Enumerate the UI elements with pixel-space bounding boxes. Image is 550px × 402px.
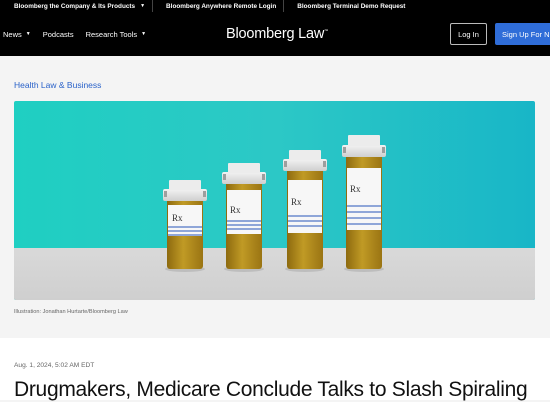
utility-bar: Bloomberg the Company & Its Products ▼ B… bbox=[0, 0, 550, 12]
nav-news[interactable]: News ▼ bbox=[0, 30, 37, 39]
nav-podcasts-label: Podcasts bbox=[42, 29, 74, 39]
bloomberg-law-logo[interactable]: Bloomberg Law™ bbox=[226, 26, 328, 42]
main-nav: News ▼ Podcasts Research Tools ▼ Bloombe… bbox=[0, 12, 550, 56]
rx-label: Rx bbox=[350, 184, 361, 194]
chevron-down-icon: ▼ bbox=[25, 31, 31, 37]
rx-label: Rx bbox=[172, 213, 183, 223]
login-button[interactable]: Log In bbox=[450, 23, 487, 45]
pill-bottles-illustration: Rx Rx Rx Rx bbox=[163, 135, 386, 272]
pill-bottle-medium: Rx bbox=[222, 163, 266, 272]
nav-links: News ▼ Podcasts Research Tools ▼ bbox=[0, 12, 152, 56]
company-products-label: Bloomberg the Company & Its Products bbox=[14, 2, 136, 10]
chevron-down-icon: ▼ bbox=[141, 31, 147, 37]
rx-label: Rx bbox=[291, 197, 302, 207]
pill-bottle-large: Rx bbox=[283, 150, 327, 272]
signup-button[interactable]: Sign Up For N bbox=[495, 23, 550, 45]
trademark-icon: ™ bbox=[324, 28, 328, 34]
caret-down-icon: ▼ bbox=[140, 3, 146, 9]
pill-bottle-largest: Rx bbox=[342, 135, 386, 272]
pill-bottle-small: Rx bbox=[163, 180, 207, 272]
terminal-demo-link[interactable]: Bloomberg Terminal Demo Request bbox=[284, 0, 412, 12]
nav-news-label: News bbox=[3, 29, 22, 39]
nav-research-tools[interactable]: Research Tools ▼ bbox=[80, 30, 153, 39]
company-products-menu[interactable]: Bloomberg the Company & Its Products ▼ bbox=[0, 0, 152, 12]
remote-login-link[interactable]: Bloomberg Anywhere Remote Login bbox=[153, 0, 283, 12]
logo-text: Bloomberg Law bbox=[226, 26, 325, 42]
nav-research-tools-label: Research Tools bbox=[85, 29, 138, 39]
article-header-card: Aug. 1, 2024, 5:02 AM EDT Drugmakers, Me… bbox=[0, 338, 550, 401]
image-caption: Illustration: Jonathan Hurtarte/Bloomber… bbox=[14, 309, 128, 315]
hero-illustration: Rx Rx Rx Rx bbox=[14, 101, 535, 300]
article-headline: Drugmakers, Medicare Conclude Talks to S… bbox=[14, 378, 528, 401]
nav-podcasts[interactable]: Podcasts bbox=[37, 30, 80, 39]
article-date: Aug. 1, 2024, 5:02 AM EDT bbox=[14, 362, 95, 369]
rx-label: Rx bbox=[230, 205, 241, 215]
article-category[interactable]: Health Law & Business bbox=[14, 80, 101, 90]
